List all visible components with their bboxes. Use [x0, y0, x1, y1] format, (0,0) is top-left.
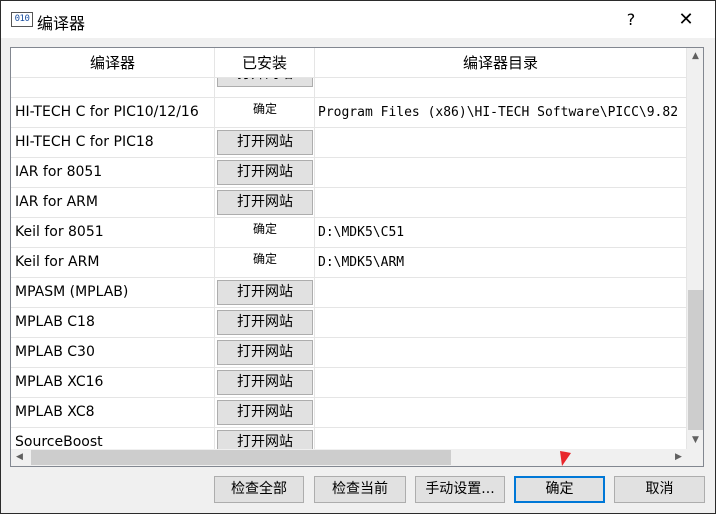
compiler-directory [315, 188, 687, 217]
open-website-button[interactable]: 打开网站 [217, 370, 313, 395]
compiler-directory [315, 128, 687, 157]
open-website-button[interactable]: 打开网站 [217, 340, 313, 365]
compiler-name: IAR for 8051 [11, 158, 215, 187]
compiler-table: 编译器 已安装 编译器目录 打开网站 HI-TECH C for PIC10/1… [10, 47, 704, 467]
installed-cell: 打开网站 [215, 338, 315, 367]
installed-cell: 打开网站 [215, 158, 315, 187]
compiler-name: Keil for ARM [11, 248, 215, 277]
compiler-name: MPLAB C18 [11, 308, 215, 337]
compiler-directory [315, 398, 687, 427]
manual-setup-button[interactable]: 手动设置... [415, 476, 505, 503]
compiler-directory [315, 368, 687, 397]
table-body: 打开网站 HI-TECH C for PIC10/12/16 确定 Program … [11, 78, 687, 449]
app-icon: 010 [11, 12, 33, 27]
installed-cell: 打开网站 [215, 128, 315, 157]
installed-cell: 确定 [215, 248, 315, 277]
open-website-button[interactable]: 打开网站 [217, 130, 313, 155]
table-row-partial: 打开网站 [11, 78, 687, 98]
scroll-right-icon[interactable]: ▶ [670, 449, 687, 466]
table-row[interactable]: IAR for ARM 打开网站 [11, 188, 687, 218]
open-website-button[interactable]: 打开网站 [217, 310, 313, 335]
installed-status: 确定 [252, 102, 277, 116]
installed-status: 确定 [252, 252, 277, 266]
table-row[interactable]: SourceBoost 打开网站 [11, 428, 687, 449]
compiler-directory [315, 158, 687, 187]
close-button[interactable]: ✕ [673, 7, 699, 33]
compiler-directory: D:\MDK5\C51 [315, 218, 687, 247]
compiler-name: MPLAB XC8 [11, 398, 215, 427]
compiler-name: HI-TECH C for PIC10/12/16 [11, 98, 215, 127]
column-header-installed[interactable]: 已安装 [215, 48, 315, 78]
table-row[interactable]: MPLAB XC8 打开网站 [11, 398, 687, 428]
window-title: 编译器 [37, 14, 86, 33]
compiler-directory: Program Files (x86)\HI-TECH Software\PIC… [315, 98, 687, 127]
compiler-name [11, 78, 215, 97]
table-row[interactable]: Keil for 8051 确定 D:\MDK5\C51 [11, 218, 687, 248]
open-website-button[interactable]: 打开网站 [217, 160, 313, 185]
table-row[interactable]: MPLAB C30 打开网站 [11, 338, 687, 368]
installed-cell: 确定 [215, 98, 315, 127]
compiler-directory [315, 338, 687, 367]
compiler-name: MPLAB XC16 [11, 368, 215, 397]
installed-cell: 打开网站 [215, 278, 315, 307]
table-row[interactable]: MPLAB XC16 打开网站 [11, 368, 687, 398]
open-website-button[interactable]: 打开网站 [217, 280, 313, 305]
compiler-directory [315, 278, 687, 307]
check-all-button[interactable]: 检查全部 [214, 476, 304, 503]
compiler-name: MPLAB C30 [11, 338, 215, 367]
scrollbar-corner [687, 449, 703, 466]
vertical-scrollbar[interactable]: ▲ ▼ [687, 48, 703, 449]
table-row[interactable]: HI-TECH C for PIC18 打开网站 [11, 128, 687, 158]
open-website-button[interactable]: 打开网站 [217, 400, 313, 425]
scroll-left-icon[interactable]: ◀ [11, 449, 28, 466]
table-row[interactable]: Keil for ARM 确定 D:\MDK5\ARM [11, 248, 687, 278]
table-row[interactable]: HI-TECH C for PIC10/12/16 确定 Program Files… [11, 98, 687, 128]
open-website-button[interactable]: 打开网站 [217, 190, 313, 215]
column-header-directory[interactable]: 编译器目录 [315, 48, 687, 78]
installed-cell: 打开网站 [215, 308, 315, 337]
installed-status: 确定 [252, 222, 277, 236]
compiler-directory [315, 308, 687, 337]
table-row[interactable]: MPASM (MPLAB) 打开网站 [11, 278, 687, 308]
installed-cell: 确定 [215, 218, 315, 247]
table-row[interactable]: IAR for 8051 打开网站 [11, 158, 687, 188]
column-header-compiler[interactable]: 编译器 [11, 48, 215, 78]
table-header: 编译器 已安装 编译器目录 [11, 48, 687, 78]
installed-cell: 打开网站 [215, 368, 315, 397]
installed-cell: 打开网站 [215, 188, 315, 217]
cancel-button[interactable]: 取消 [614, 476, 705, 503]
table-rows: 打开网站 HI-TECH C for PIC10/12/16 确定 Program … [11, 78, 687, 449]
compiler-directory [315, 428, 687, 449]
help-button[interactable]: ? [619, 7, 643, 33]
scroll-up-icon[interactable]: ▲ [687, 48, 703, 65]
compiler-name: SourceBoost [11, 428, 215, 449]
check-current-button[interactable]: 检查当前 [314, 476, 406, 503]
compiler-name: MPASM (MPLAB) [11, 278, 215, 307]
compiler-directory: D:\MDK5\ARM [315, 248, 687, 277]
compiler-name: HI-TECH C for PIC18 [11, 128, 215, 157]
table-row[interactable]: MPLAB C18 打开网站 [11, 308, 687, 338]
compiler-directory [315, 78, 687, 97]
scroll-down-icon[interactable]: ▼ [687, 432, 703, 449]
compiler-name: Keil for 8051 [11, 218, 215, 247]
ok-button[interactable]: 确定 [514, 476, 605, 503]
horizontal-scrollbar[interactable]: ◀ ▶ [11, 449, 687, 466]
installed-cell: 打开网站 [215, 78, 315, 97]
installed-cell: 打开网站 [215, 398, 315, 427]
vertical-scroll-thumb[interactable] [688, 290, 703, 430]
title-bar: 010 编译器 ? ✕ [0, 0, 716, 38]
installed-cell: 打开网站 [215, 428, 315, 449]
horizontal-scroll-thumb[interactable] [31, 450, 451, 465]
open-website-button[interactable]: 打开网站 [217, 78, 313, 87]
open-website-button[interactable]: 打开网站 [217, 430, 313, 449]
compiler-name: IAR for ARM [11, 188, 215, 217]
